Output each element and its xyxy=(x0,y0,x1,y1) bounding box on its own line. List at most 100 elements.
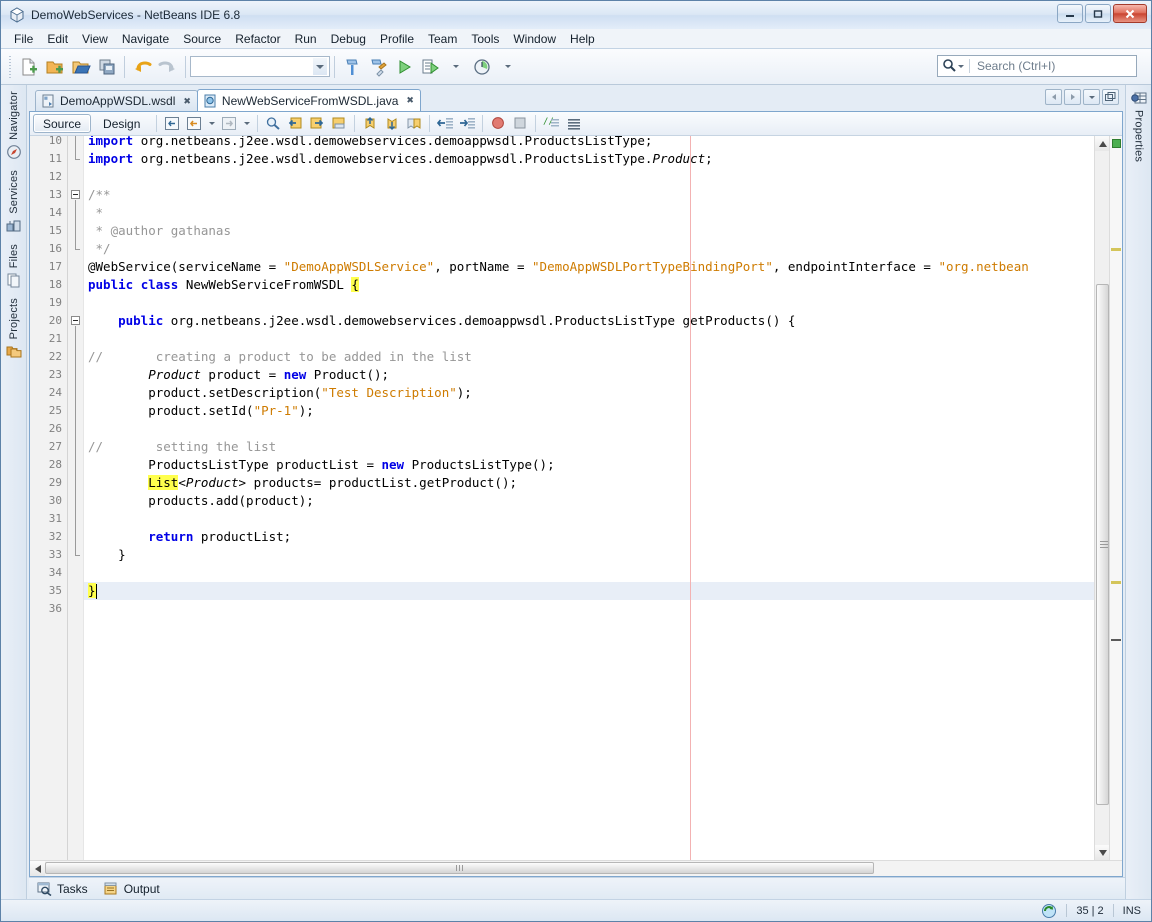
toolbar-grip[interactable] xyxy=(8,55,13,78)
maximize-button[interactable] xyxy=(1085,4,1111,23)
close-icon[interactable]: ✖ xyxy=(183,96,191,107)
previous-bookmark-button[interactable] xyxy=(359,114,381,134)
menu-file[interactable]: File xyxy=(7,30,40,48)
code-line[interactable]: import org.netbeans.j2ee.wsdl.demowebser… xyxy=(84,136,652,150)
search-input[interactable] xyxy=(975,58,1125,74)
scroll-tabs-right-button[interactable] xyxy=(1064,89,1081,105)
code-folding-gutter[interactable] xyxy=(68,136,84,860)
menu-debug[interactable]: Debug xyxy=(324,30,373,48)
code-line[interactable] xyxy=(84,564,88,582)
code-line[interactable]: List<Product> products= productList.getP… xyxy=(84,474,517,492)
code-line[interactable] xyxy=(84,330,88,348)
fold-toggle[interactable] xyxy=(71,190,80,199)
find-previous-button[interactable] xyxy=(284,114,306,134)
forward-dropdown[interactable] xyxy=(240,114,253,134)
start-macro-recording-button[interactable] xyxy=(487,114,509,134)
back-dropdown[interactable] xyxy=(205,114,218,134)
menu-profile[interactable]: Profile xyxy=(373,30,421,48)
menu-edit[interactable]: Edit xyxy=(40,30,75,48)
code-line[interactable]: } xyxy=(84,582,96,600)
scroll-down-button[interactable] xyxy=(1095,845,1110,860)
maximize-window-button[interactable] xyxy=(1102,89,1119,105)
search-options-chevron-icon[interactable] xyxy=(958,64,964,68)
document-tab-newwebservicefromwsdl[interactable]: NewWebServiceFromWSDL.java ✖ xyxy=(196,89,421,111)
code-line[interactable] xyxy=(84,510,88,528)
code-line[interactable]: products.add(product); xyxy=(84,492,314,510)
vertical-scroll-thumb[interactable] xyxy=(1096,284,1109,805)
toggle-highlight-button[interactable] xyxy=(328,114,350,134)
dock-tab-output[interactable]: Output xyxy=(104,882,160,896)
tab-source[interactable]: Source xyxy=(33,114,92,133)
code-line[interactable]: * xyxy=(84,204,104,222)
find-next-button[interactable] xyxy=(306,114,328,134)
code-line[interactable]: @WebService(serviceName = "DemoAppWSDLSe… xyxy=(84,258,1029,276)
dock-tab-tasks[interactable]: Tasks xyxy=(37,882,88,896)
forward-button[interactable] xyxy=(218,114,240,134)
profile-dropdown-button[interactable] xyxy=(495,54,521,80)
last-edit-button[interactable] xyxy=(161,114,183,134)
code-line[interactable]: public class NewWebServiceFromWSDL { xyxy=(84,276,359,294)
sidebar-item-services[interactable]: Services xyxy=(6,170,22,234)
code-line[interactable]: ProductsListType productList = new Produ… xyxy=(84,456,554,474)
code-line[interactable]: Product product = new Product(); xyxy=(84,366,389,384)
menu-navigate[interactable]: Navigate xyxy=(115,30,176,48)
sidebar-item-navigator[interactable]: Navigator xyxy=(6,91,22,160)
horizontal-scrollbar[interactable] xyxy=(30,860,1122,876)
code-line[interactable]: * @author gathanas xyxy=(84,222,231,240)
undo-button[interactable] xyxy=(129,54,155,80)
sidebar-item-files[interactable]: Files xyxy=(6,244,22,288)
code-line[interactable]: // creating a product to be added in the… xyxy=(84,348,472,366)
code-line[interactable]: public org.netbeans.j2ee.wsdl.demowebser… xyxy=(84,312,795,330)
code-line[interactable] xyxy=(84,168,88,186)
comment-button[interactable]: // xyxy=(540,114,562,134)
menu-team[interactable]: Team xyxy=(421,30,464,48)
annotation-mark[interactable] xyxy=(1111,639,1121,641)
next-bookmark-button[interactable] xyxy=(381,114,403,134)
configuration-combo[interactable] xyxy=(190,56,330,77)
scroll-left-button[interactable] xyxy=(30,861,45,876)
redo-button[interactable] xyxy=(155,54,181,80)
document-tab-demoappwsdl[interactable]: DemoAppWSDL.wsdl ✖ xyxy=(35,90,198,111)
menu-view[interactable]: View xyxy=(75,30,115,48)
fold-toggle[interactable] xyxy=(71,316,80,325)
sidebar-item-properties[interactable]: Properties xyxy=(1130,91,1147,162)
build-project-button[interactable] xyxy=(339,54,365,80)
minimize-button[interactable] xyxy=(1057,4,1083,23)
close-icon[interactable]: ✖ xyxy=(406,95,414,106)
debug-project-button[interactable] xyxy=(417,54,443,80)
menu-run[interactable]: Run xyxy=(288,30,324,48)
open-project-button[interactable] xyxy=(68,54,94,80)
shift-left-button[interactable] xyxy=(434,114,456,134)
horizontal-scroll-thumb[interactable] xyxy=(45,862,874,874)
code-line[interactable]: product.setId("Pr-1"); xyxy=(84,402,314,420)
code-editor-area[interactable]: 10 11 12 13 14 15 16 17 18 19 20 21 22 23 24 25 26 27 28 29… xyxy=(30,136,1122,860)
uncomment-button[interactable] xyxy=(562,114,584,134)
code-line[interactable]: return productList; xyxy=(84,528,291,546)
close-button[interactable] xyxy=(1113,4,1147,23)
tab-design[interactable]: Design xyxy=(93,114,150,133)
stop-macro-recording-button[interactable] xyxy=(509,114,531,134)
menu-window[interactable]: Window xyxy=(506,30,563,48)
code-line[interactable]: // setting the list xyxy=(84,438,276,456)
show-opened-documents-button[interactable] xyxy=(1083,89,1100,105)
horizontal-scroll-track[interactable] xyxy=(45,861,1122,876)
toggle-bookmark-button[interactable] xyxy=(403,114,425,134)
code-line[interactable] xyxy=(84,294,88,312)
code-line[interactable]: */ xyxy=(84,240,111,258)
new-project-button[interactable] xyxy=(42,54,68,80)
save-all-button[interactable] xyxy=(94,54,120,80)
debug-dropdown-button[interactable] xyxy=(443,54,469,80)
scroll-up-button[interactable] xyxy=(1095,136,1110,151)
code-line[interactable]: /** xyxy=(84,186,111,204)
code-line[interactable] xyxy=(84,420,88,438)
new-file-button[interactable] xyxy=(16,54,42,80)
source-text-area[interactable]: import org.netbeans.j2ee.wsdl.demowebser… xyxy=(84,136,1094,860)
menu-tools[interactable]: Tools xyxy=(464,30,506,48)
profile-project-button[interactable] xyxy=(469,54,495,80)
code-line[interactable]: } xyxy=(84,546,126,564)
back-button[interactable] xyxy=(183,114,205,134)
search-box[interactable] xyxy=(937,55,1137,77)
sidebar-item-projects[interactable]: Projects xyxy=(6,298,22,359)
vertical-scrollbar[interactable] xyxy=(1094,136,1110,860)
scroll-tabs-left-button[interactable] xyxy=(1045,89,1062,105)
